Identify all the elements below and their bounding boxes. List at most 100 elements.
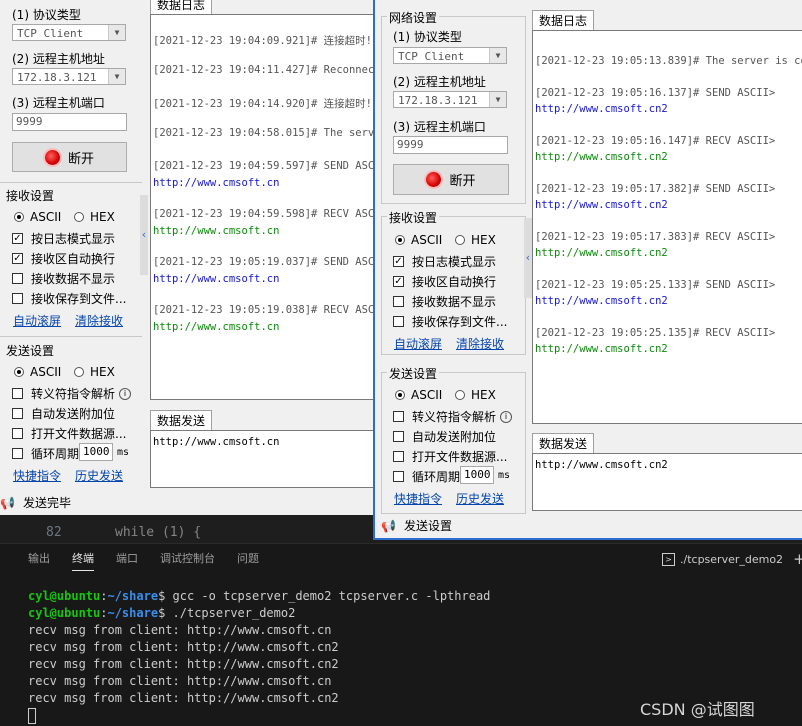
log-line: http://www.cmsoft.cn2 — [535, 151, 668, 163]
radio-icon — [455, 235, 465, 245]
fg-log-area[interactable]: [2021-12-23 19:05:13.839]# The server is… — [532, 30, 802, 424]
fg-loop-checkbox[interactable]: 循环周期 — [393, 468, 460, 485]
bg-clear-recv-link[interactable]: 清除接收 — [75, 312, 123, 329]
bg-connect-button[interactable]: 断开 — [12, 142, 127, 172]
bg-proto-select[interactable]: TCP Client ▼ — [12, 24, 126, 41]
watermark: CSDN @试图图 — [640, 700, 755, 719]
bg-recv-hex-radio[interactable]: HEX — [74, 210, 115, 224]
bg-divider — [0, 336, 142, 337]
bg-connect-label: 断开 — [67, 151, 94, 167]
bg-host-value: 172.18.3.121 — [17, 71, 97, 84]
fg-host-label: (2) 远程主机地址 — [393, 75, 486, 89]
terminal-line-1: cyl@ubuntu:~/share$ gcc -o tcpserver_dem… — [28, 589, 491, 603]
fg-send-input[interactable]: http://www.cmsoft.cn2 — [532, 453, 802, 511]
panel-tabs: 输出 终端 端口 调试控制台 问题 — [28, 550, 259, 571]
megaphone-icon: 📢 — [0, 495, 15, 510]
fg-send-hex-radio[interactable]: HEX — [455, 388, 496, 402]
terminal-selector[interactable]: > ./tcpserver_demo2 + — [662, 550, 802, 568]
fg-loop-input[interactable]: 1000 — [460, 466, 494, 484]
fg-auto-wrap-checkbox[interactable]: ✓ 接收区自动换行 — [393, 273, 496, 290]
bg-recv-ascii-radio[interactable]: ASCII — [14, 210, 61, 224]
collapse-arrow-icon[interactable]: ‹ — [140, 195, 148, 275]
bg-escape-checkbox[interactable]: 转义符指令解析 i — [12, 385, 132, 402]
megaphone-icon: 📢 — [381, 518, 396, 533]
bg-loop-checkbox[interactable]: 循环周期 — [12, 445, 79, 462]
bg-send-input[interactable]: http://www.cmsoft.cn — [150, 430, 380, 488]
bottom-panel: 输出 终端 端口 调试控制台 问题 > ./tcpserver_demo2 + cyl@… — [0, 543, 802, 726]
panel-tab[interactable]: 终端 — [72, 550, 94, 571]
bg-shortcut-link[interactable]: 快捷指令 — [13, 467, 61, 484]
terminal-output-line: recv msg from client: http://www.cmsoft.… — [28, 640, 339, 654]
bg-no-display-checkbox[interactable]: 接收数据不显示 — [12, 270, 115, 287]
bg-log-tab[interactable]: 数据日志 — [150, 0, 213, 14]
log-line: [2021-12-23 19:05:19.037]# SEND ASCI — [153, 256, 380, 268]
add-terminal-icon[interactable]: + — [793, 550, 802, 568]
fg-send-tab[interactable]: 数据发送 — [532, 433, 595, 453]
bg-auto-scroll-link[interactable]: 自动滚屏 — [13, 312, 61, 329]
log-line: [2021-12-23 19:04:09.921]# 连接超时! — [153, 35, 373, 47]
fg-recv-hex-radio[interactable]: HEX — [455, 233, 496, 247]
bg-save-file-checkbox[interactable]: 接收保存到文件... — [12, 290, 126, 307]
fg-auto-append-checkbox[interactable]: 自动发送附加位 — [393, 428, 496, 445]
bg-history-link[interactable]: 历史发送 — [75, 467, 123, 484]
bg-divider — [0, 182, 142, 183]
bg-send-tab[interactable]: 数据发送 — [150, 410, 213, 430]
fg-history-link[interactable]: 历史发送 — [456, 490, 504, 507]
log-line: [2021-12-23 19:04:59.598]# RECV ASCI — [153, 208, 380, 220]
log-line: [2021-12-23 19:04:14.920]# 连接超时! — [153, 98, 373, 110]
fg-connect-button[interactable]: 断开 — [393, 164, 509, 195]
bg-send-hex-radio[interactable]: HEX — [74, 365, 115, 379]
fg-clear-recv-link[interactable]: 清除接收 — [456, 335, 504, 352]
terminal-output-line: recv msg from client: http://www.cmsoft.… — [28, 623, 332, 637]
bg-open-file-checkbox[interactable]: 打开文件数据源... — [12, 425, 126, 442]
bg-send-text: http://www.cmsoft.cn — [153, 436, 280, 448]
chevron-down-icon: ▼ — [489, 48, 506, 63]
bg-port-input[interactable]: 9999 — [12, 113, 127, 131]
log-line: [2021-12-23 19:05:17.382]# SEND ASCII> — [535, 183, 776, 195]
panel-tab[interactable]: 端口 — [116, 550, 138, 571]
log-line: http://www.cmsoft.cn2 — [535, 103, 668, 115]
fg-send-title: 发送设置 — [387, 365, 440, 382]
panel-tab[interactable]: 问题 — [237, 550, 259, 571]
bg-status-bar: 📢 发送完毕 — [0, 494, 71, 511]
checkmark-icon: ✓ — [393, 276, 404, 287]
fg-escape-checkbox[interactable]: 转义符指令解析 i — [393, 408, 513, 425]
bg-auto-append-checkbox[interactable]: 自动发送附加位 — [12, 405, 115, 422]
panel-tab[interactable]: 调试控制台 — [160, 550, 215, 571]
bg-log-mode-checkbox[interactable]: ✓ 按日志模式显示 — [12, 230, 115, 247]
chevron-down-icon: ▼ — [108, 69, 125, 84]
info-icon[interactable]: i — [500, 410, 513, 423]
bg-proto-label: (1) 协议类型 — [12, 8, 81, 22]
fg-shortcut-link[interactable]: 快捷指令 — [394, 490, 442, 507]
bg-port-label: (3) 远程主机端口 — [12, 96, 105, 110]
bg-log-area[interactable]: [2021-12-23 19:04:09.921]# 连接超时! [2021-12… — [150, 14, 380, 400]
terminal-output-line: recv msg from client: http://www.cmsoft.… — [28, 674, 332, 688]
log-line: [2021-12-23 19:05:19.038]# RECV ASCI — [153, 304, 380, 316]
radio-icon — [14, 212, 24, 222]
radio-icon — [395, 235, 405, 245]
fg-save-file-checkbox[interactable]: 接收保存到文件... — [393, 313, 507, 330]
collapse-arrow-icon[interactable]: ‹ — [524, 218, 532, 298]
fg-status-text: 发送设置 — [403, 519, 452, 533]
fg-recv-ascii-radio[interactable]: ASCII — [395, 233, 442, 247]
chevron-down-icon: ▼ — [108, 25, 125, 40]
log-line: http://www.cmsoft.cn2 — [535, 199, 668, 211]
fg-open-file-checkbox[interactable]: 打开文件数据源... — [393, 448, 507, 465]
panel-tab[interactable]: 输出 — [28, 550, 50, 571]
log-line: http://www.cmsoft.cn2 — [535, 295, 668, 307]
bg-host-label: (2) 远程主机地址 — [12, 52, 105, 66]
fg-proto-select[interactable]: TCP Client ▼ — [393, 47, 507, 64]
info-icon[interactable]: i — [119, 387, 132, 400]
fg-log-tab[interactable]: 数据日志 — [532, 10, 595, 30]
fg-port-input[interactable]: 9999 — [393, 136, 508, 154]
fg-log-mode-checkbox[interactable]: ✓ 按日志模式显示 — [393, 253, 496, 270]
bg-auto-wrap-checkbox[interactable]: ✓ 接收区自动换行 — [12, 250, 115, 267]
fg-no-display-checkbox[interactable]: 接收数据不显示 — [393, 293, 496, 310]
fg-send-ascii-radio[interactable]: ASCII — [395, 388, 442, 402]
bg-send-ascii-radio[interactable]: ASCII — [14, 365, 61, 379]
bg-host-select[interactable]: 172.18.3.121 ▼ — [12, 68, 126, 85]
fg-auto-scroll-link[interactable]: 自动滚屏 — [394, 335, 442, 352]
bg-loop-input[interactable]: 1000 — [79, 443, 113, 461]
fg-status-bar: 📢 发送设置 — [381, 517, 452, 534]
fg-host-select[interactable]: 172.18.3.121 ▼ — [393, 91, 507, 108]
